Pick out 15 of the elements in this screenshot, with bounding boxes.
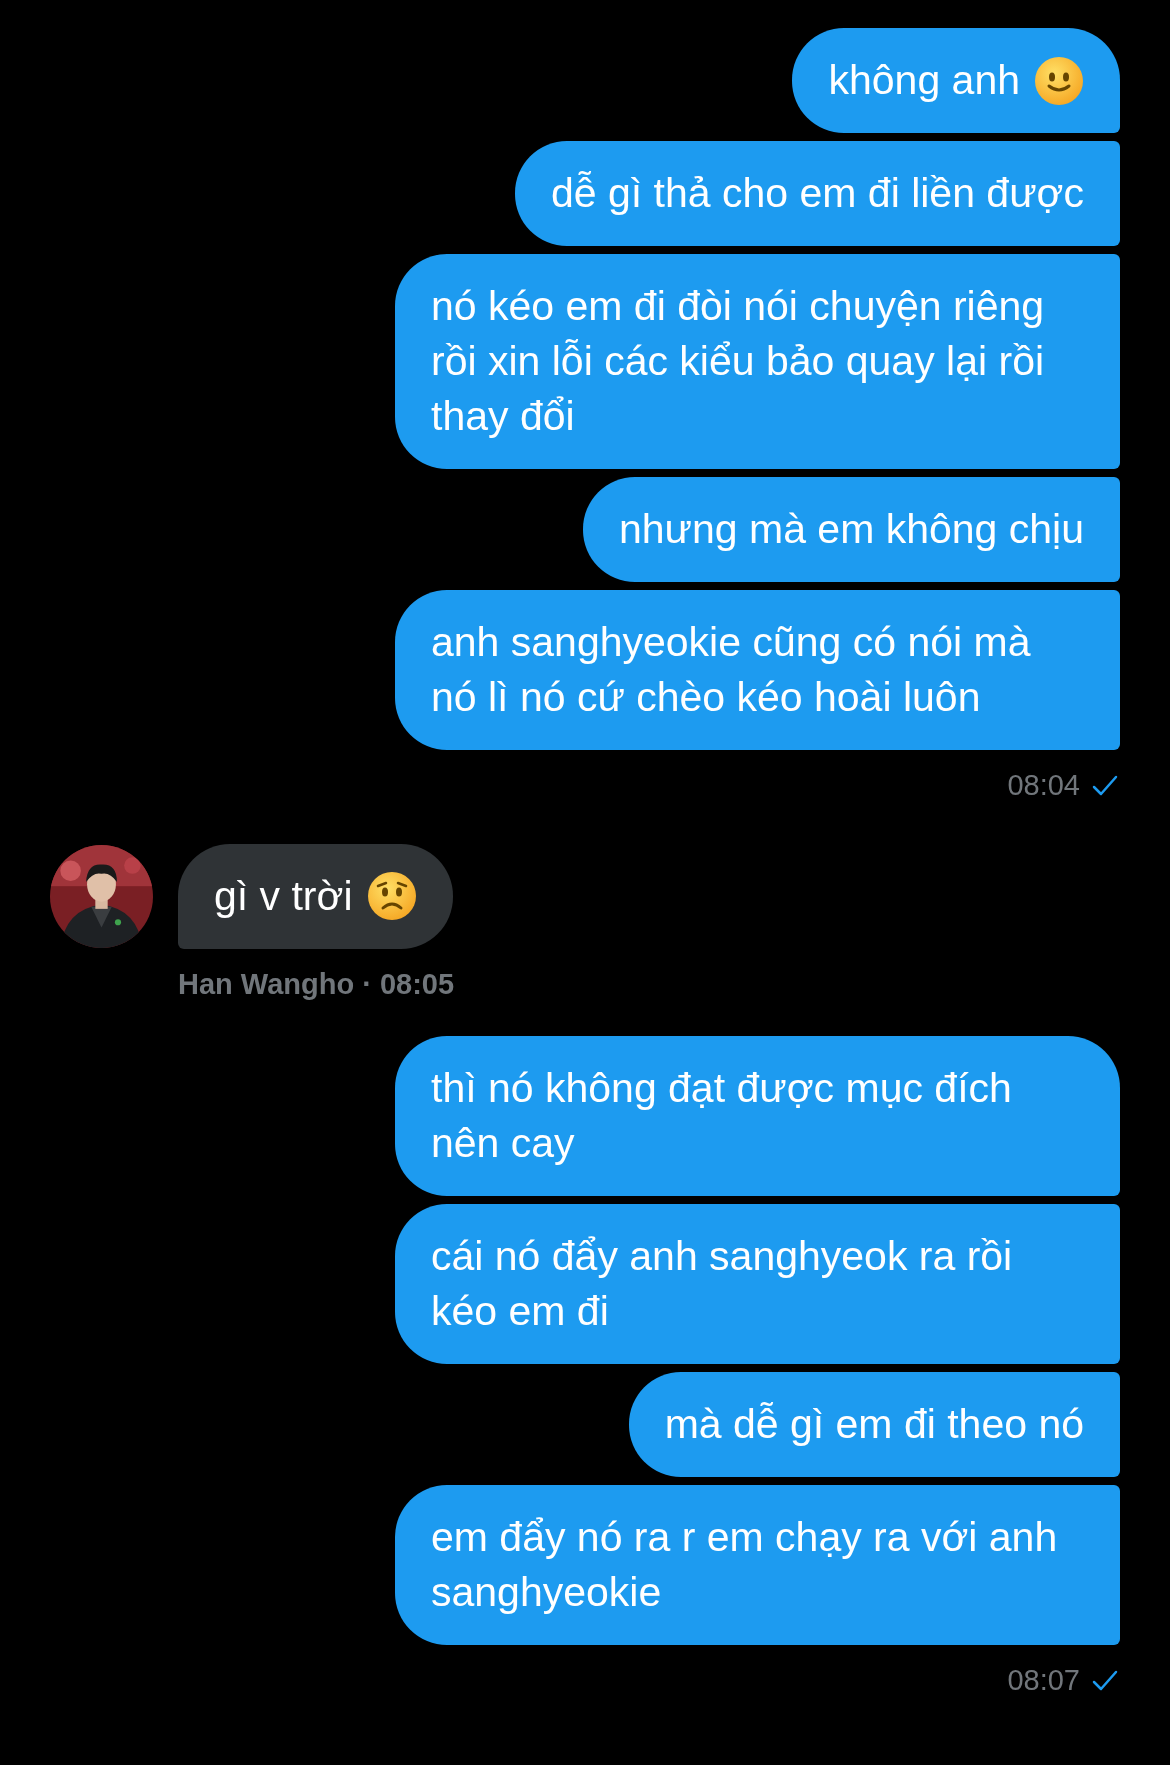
worried-face-icon [366, 871, 417, 921]
message-bubble: em đẩy nó ra r em chạy ra với anh sanghyeokie [395, 1485, 1120, 1645]
message-bubble: dễ gì thả cho em đi liền được [515, 141, 1120, 246]
message-bubble: mà dễ gì em đi theo nó [628, 1372, 1120, 1477]
message-bubble: anh sanghyeokie cũng có nói mà nó lì nó cứ chèo kéo hoài luôn [395, 590, 1120, 750]
message-bubble: không anh [792, 28, 1120, 133]
message-bubble: nó kéo em đi đòi nói chuyện riêng rồi xin lỗi các kiểu bảo quay lại rồi thay đổi [395, 254, 1120, 469]
message-time: 08:07 [1007, 1663, 1080, 1698]
message-bubble: gì v trời [178, 843, 453, 949]
smiling-face-icon [1034, 55, 1084, 106]
message-bubble: nhưng mà em không chịu [582, 477, 1120, 582]
message-bubble: thì nó không đạt được mục đích nên cay [395, 1036, 1120, 1196]
message-bubble: cái nó đẩy anh sanghyeok ra rồi kéo em đi [395, 1204, 1120, 1364]
message-time: 08:04 [1007, 768, 1080, 803]
sender-and-time: Han Wangho · 08:05 [178, 966, 456, 1002]
